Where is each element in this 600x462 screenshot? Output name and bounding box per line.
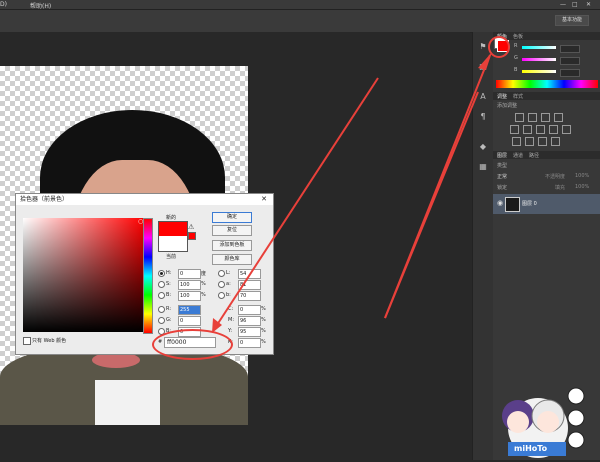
annotation-arrow-line-2 <box>214 77 379 329</box>
annotation-arrows <box>212 36 510 333</box>
annotation-swatch-circle <box>488 36 510 58</box>
annotation-hex-oval <box>152 329 233 360</box>
annotation-arrow-line-3 <box>384 54 491 319</box>
